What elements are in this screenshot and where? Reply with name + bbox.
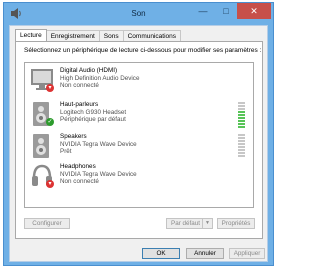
device-subtitle: NVIDIA Tegra Wave Device (60, 140, 137, 148)
close-button[interactable]: ✕ (237, 3, 271, 19)
cancel-button[interactable]: Annuler (186, 248, 224, 259)
dialog-body: Lecture Enregistrement Sons Communicatio… (9, 25, 268, 262)
properties-button[interactable]: Propriétés (217, 218, 255, 229)
tab-communications[interactable]: Communications (122, 30, 182, 41)
volume-level-meter (238, 134, 245, 158)
device-status: Périphérique par défaut (60, 116, 126, 123)
chevron-down-icon[interactable]: ▼ (202, 219, 212, 228)
sound-dialog: Son — □ ✕ Lecture Enregistrement Sons Co… (3, 2, 274, 266)
title-bar[interactable]: Son — □ ✕ (4, 3, 273, 25)
device-name: Headphones (60, 163, 96, 170)
device-item[interactable]: ▾ Digital Audio (HDMI) High Definition A… (28, 67, 250, 95)
device-subtitle: High Definition Audio Device (60, 74, 140, 82)
device-list[interactable]: ▾ Digital Audio (HDMI) High Definition A… (24, 62, 254, 208)
device-name: Haut-parleurs (60, 101, 99, 108)
device-subtitle: NVIDIA Tegra Wave Device (60, 170, 137, 178)
default-device-check-icon: ✓ (46, 118, 54, 126)
device-name: Digital Audio (HDMI) (60, 67, 118, 74)
apply-button[interactable]: Appliquer (229, 248, 265, 259)
disconnected-badge-icon: ▾ (46, 180, 54, 188)
device-status: Non connecté (60, 82, 99, 89)
device-name: Speakers (60, 133, 87, 140)
tab-playback[interactable]: Lecture (15, 29, 47, 41)
device-status: Prêt (60, 148, 72, 155)
device-status: Non connecté (60, 178, 99, 185)
device-item[interactable]: ▾ Headphones NVIDIA Tegra Wave Device No… (28, 163, 250, 191)
tab-sounds[interactable]: Sons (98, 30, 124, 41)
configure-button[interactable]: Configurer (24, 218, 70, 229)
speaker-icon: ✓ (30, 101, 54, 127)
minimize-button[interactable]: — (191, 3, 215, 19)
headphones-icon: ▾ (30, 163, 54, 189)
monitor-icon: ▾ (30, 67, 54, 93)
set-default-button[interactable]: Par défaut ▼ (166, 218, 213, 229)
playback-panel: Sélectionnez un périphérique de lecture … (15, 41, 263, 239)
device-item[interactable]: ✓ Haut-parleurs Logitech G930 Headset Pé… (28, 101, 250, 129)
tab-recording[interactable]: Enregistrement (45, 30, 100, 41)
volume-level-meter (238, 102, 245, 129)
device-subtitle: Logitech G930 Headset (60, 108, 127, 116)
speaker-icon (30, 133, 54, 159)
instruction-text: Sélectionnez un périphérique de lecture … (24, 47, 262, 54)
set-default-label: Par défaut (171, 220, 201, 227)
ok-button[interactable]: OK (142, 248, 180, 259)
device-item[interactable]: Speakers NVIDIA Tegra Wave Device Prêt (28, 133, 250, 161)
maximize-button[interactable]: □ (215, 3, 237, 19)
disconnected-badge-icon: ▾ (46, 84, 54, 92)
